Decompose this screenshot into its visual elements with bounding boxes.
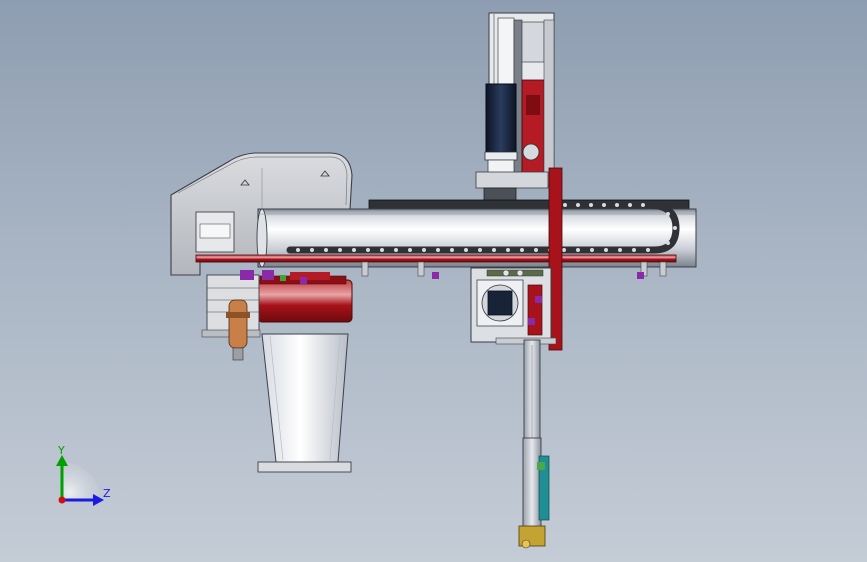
chain-link-pin bbox=[408, 248, 412, 252]
fastener bbox=[535, 296, 542, 303]
chain-link-pin bbox=[666, 212, 670, 216]
z-axis-label: Z bbox=[103, 487, 111, 500]
triad-origin bbox=[58, 496, 66, 504]
chain-link-pin bbox=[380, 248, 384, 252]
rail-foot bbox=[659, 261, 667, 277]
gantry-robot-assembly: Y Z bbox=[56, 12, 697, 549]
vertical-column bbox=[518, 339, 550, 549]
chain-link-pin bbox=[296, 248, 300, 252]
chain-link-pin bbox=[590, 248, 594, 252]
orientation-triad[interactable]: Y Z bbox=[56, 444, 111, 506]
chain-link-pin bbox=[576, 248, 580, 252]
chain-link-pin bbox=[576, 203, 580, 207]
chain-link-pin bbox=[604, 248, 608, 252]
fastener bbox=[432, 272, 439, 279]
chain-link-pin bbox=[366, 248, 370, 252]
chain-link-pin bbox=[666, 241, 670, 245]
discharge-funnel bbox=[257, 333, 352, 473]
fastener bbox=[300, 277, 307, 284]
chain-link-pin bbox=[324, 248, 328, 252]
chain-link-pin bbox=[338, 248, 342, 252]
chain-link-pin bbox=[615, 203, 619, 207]
chain-link-pin bbox=[436, 248, 440, 252]
chain-link-pin bbox=[602, 203, 606, 207]
cad-viewport[interactable]: Y Z bbox=[0, 0, 867, 562]
chain-link-pin bbox=[641, 203, 645, 207]
chain-link-pin bbox=[562, 248, 566, 252]
chain-link-pin bbox=[589, 203, 593, 207]
chain-link-pin bbox=[628, 203, 632, 207]
chain-link-pin bbox=[450, 248, 454, 252]
fastener bbox=[528, 318, 535, 325]
chain-link-pin bbox=[563, 203, 567, 207]
chain-link-pin bbox=[673, 226, 677, 230]
chain-link-pin bbox=[352, 248, 356, 252]
chain-link-pin bbox=[310, 248, 314, 252]
chain-link-pin bbox=[646, 248, 650, 252]
chain-link-pin bbox=[492, 248, 496, 252]
y-axis-label: Y bbox=[57, 444, 65, 457]
chain-link-pin bbox=[520, 248, 524, 252]
chain-link-pin bbox=[618, 248, 622, 252]
lower-red-rail bbox=[195, 254, 677, 263]
chain-link-pin bbox=[632, 248, 636, 252]
filter-regulator bbox=[226, 299, 250, 361]
chain-link-pin bbox=[464, 248, 468, 252]
chain-link-pin bbox=[478, 248, 482, 252]
chain-link-pin bbox=[506, 248, 510, 252]
rail-foot bbox=[361, 261, 369, 277]
chain-link-pin bbox=[422, 248, 426, 252]
chain-link-pin bbox=[394, 248, 398, 252]
triad-backdrop bbox=[62, 462, 100, 500]
chain-link-pin bbox=[534, 248, 538, 252]
fastener bbox=[637, 272, 644, 279]
rail-foot bbox=[417, 261, 425, 277]
